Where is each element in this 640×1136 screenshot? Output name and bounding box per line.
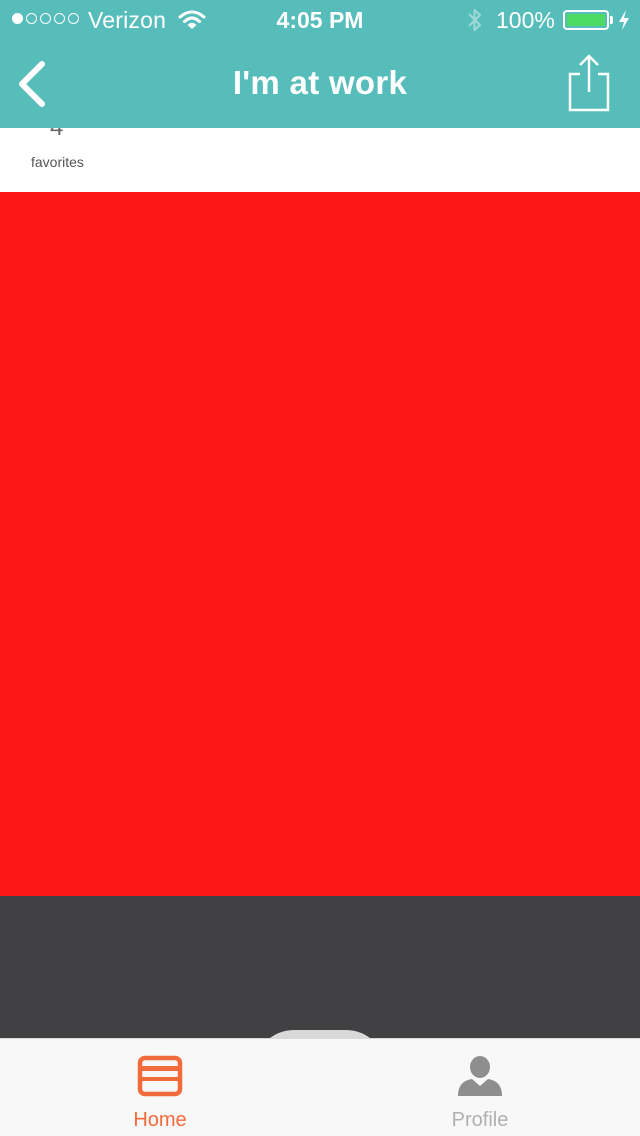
page-title: I'm at work (232, 64, 408, 101)
battery-percentage: 100% (496, 7, 555, 33)
favorites-label[interactable]: favorites (31, 154, 84, 170)
charging-icon (619, 10, 629, 30)
battery-tip (610, 16, 613, 24)
tab-home-label: Home (133, 1109, 187, 1131)
navigation-bar: I'm at work (0, 40, 640, 128)
tab-profile[interactable]: Profile (320, 1039, 640, 1136)
tab-home[interactable]: Home (0, 1039, 320, 1136)
battery-level (567, 14, 605, 26)
share-button[interactable] (566, 52, 612, 112)
tab-bar: Home Profile (0, 1038, 640, 1136)
stats-strip: 4 favorites (0, 128, 640, 192)
photo-content[interactable] (0, 192, 640, 896)
bottom-panel (0, 896, 640, 1038)
pull-up-handle[interactable] (254, 1030, 386, 1038)
profile-icon (458, 1056, 502, 1096)
tab-profile-label: Profile (451, 1109, 509, 1131)
favorites-count: 4 (50, 128, 63, 142)
status-bar: Verizon 4:05 PM 100% (0, 0, 640, 40)
battery-icon (563, 10, 609, 30)
app-screen: Verizon 4:05 PM 100% I'm at work favorit… (0, 0, 640, 1136)
header: Verizon 4:05 PM 100% I'm at work (0, 0, 640, 128)
bluetooth-icon (468, 9, 481, 31)
home-card-icon (137, 1055, 183, 1097)
